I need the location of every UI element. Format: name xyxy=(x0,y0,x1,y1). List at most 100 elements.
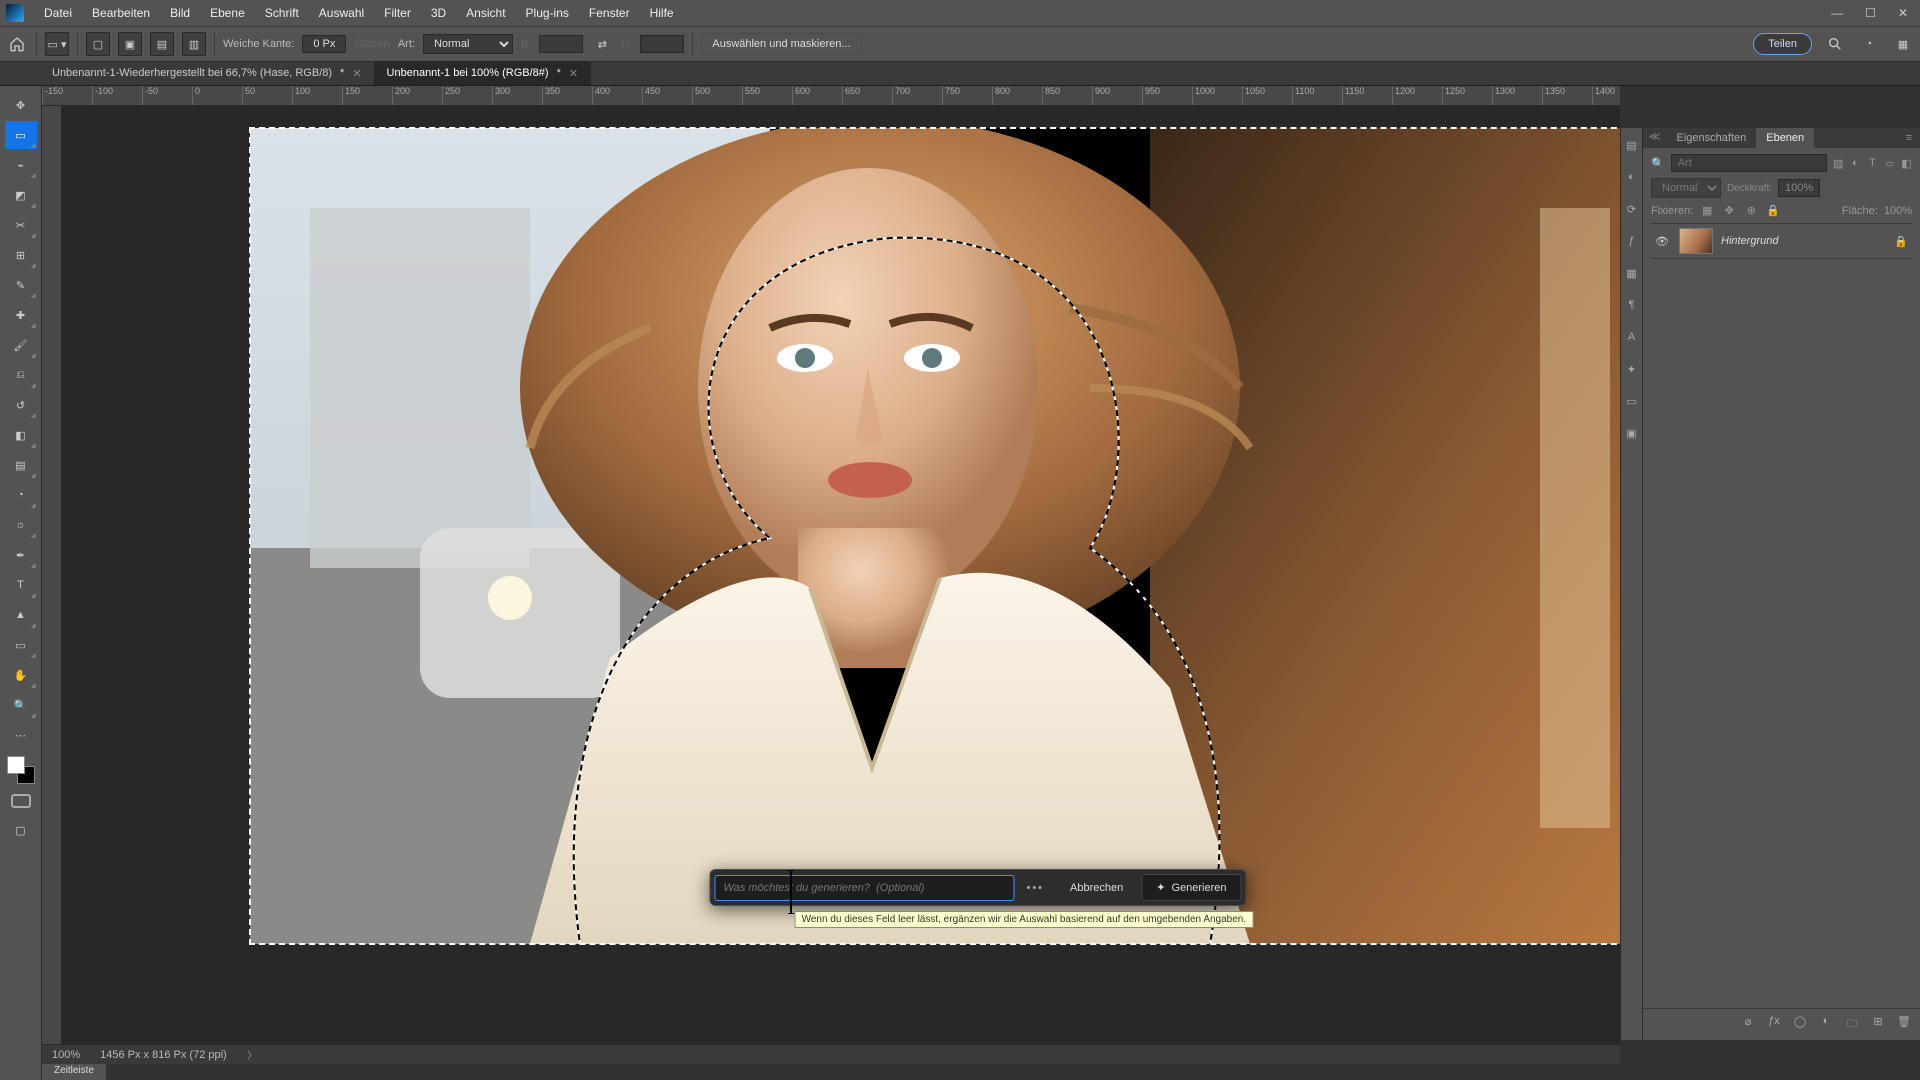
lock-position-icon[interactable]: ✥ xyxy=(1721,204,1737,217)
marquee-tool-preset-icon[interactable]: ▭ ▾ xyxy=(45,32,69,56)
group-icon[interactable]: 🗀 xyxy=(1844,1015,1860,1034)
link-layers-icon[interactable]: ⌀ xyxy=(1740,1015,1756,1034)
ruler-vertical[interactable] xyxy=(42,106,62,1044)
marquee-tool-icon[interactable]: ▭ xyxy=(5,121,37,149)
move-tool-icon[interactable]: ✥ xyxy=(5,91,37,119)
color-swatches[interactable] xyxy=(7,756,35,784)
lock-pixels-icon[interactable]: ▦ xyxy=(1699,204,1715,217)
new-layer-icon[interactable]: ⊞ xyxy=(1870,1015,1886,1034)
pen-tool-icon[interactable]: ✒ xyxy=(5,541,37,569)
menu-datei[interactable]: Datei xyxy=(34,2,82,24)
panel-tab-layers[interactable]: Ebenen xyxy=(1756,128,1814,148)
menu-3d[interactable]: 3D xyxy=(421,2,456,24)
selection-intersect-icon[interactable]: ▥ xyxy=(182,32,206,56)
selection-add-icon[interactable]: ▣ xyxy=(118,32,142,56)
generative-prompt-input[interactable] xyxy=(714,875,1014,901)
share-button[interactable]: Teilen xyxy=(1753,33,1812,55)
ruler-horizontal[interactable]: -150-100-5005010015020025030035040045050… xyxy=(42,86,1620,106)
panel-icon[interactable]: A xyxy=(1623,328,1641,346)
home-icon[interactable] xyxy=(6,33,28,55)
tab-close-icon[interactable]: ✕ xyxy=(352,67,361,80)
generate-button[interactable]: ✦ Generieren xyxy=(1141,874,1241,901)
status-expander-icon[interactable]: 〉 xyxy=(247,1047,258,1063)
panel-icon[interactable]: ¶ xyxy=(1623,296,1641,314)
select-and-mask-button[interactable]: Auswählen und maskieren... xyxy=(701,33,861,55)
help-icon[interactable]: ◔ xyxy=(1858,33,1880,55)
panel-tab-properties[interactable]: Eigenschaften xyxy=(1667,128,1757,148)
menu-filter[interactable]: Filter xyxy=(374,2,421,24)
eraser-tool-icon[interactable]: ◧ xyxy=(5,421,37,449)
opacity-value[interactable]: 100% xyxy=(1778,179,1820,197)
menu-bearbeiten[interactable]: Bearbeiten xyxy=(82,2,160,24)
delete-layer-icon[interactable]: 🗑 xyxy=(1896,1015,1912,1034)
maximize-icon[interactable]: ☐ xyxy=(1865,6,1876,20)
panel-icon[interactable]: ✦ xyxy=(1623,360,1641,378)
minimize-icon[interactable]: — xyxy=(1831,6,1843,20)
filter-type-icon[interactable]: T xyxy=(1867,155,1878,171)
crop-tool-icon[interactable]: ✂ xyxy=(5,211,37,239)
healing-brush-tool-icon[interactable]: ✚ xyxy=(5,301,37,329)
filter-adjust-icon[interactable]: ◐ xyxy=(1850,155,1861,171)
document-tab[interactable]: Unbenannt-1 bei 100% (RGB/8#) * ✕ xyxy=(375,61,592,85)
style-select[interactable]: Normal xyxy=(423,34,513,54)
search-icon[interactable]: 🔍 xyxy=(1651,155,1665,171)
visibility-toggle-icon[interactable]: 👁 xyxy=(1655,235,1671,248)
history-brush-tool-icon[interactable]: ↺ xyxy=(5,391,37,419)
zoom-tool-icon[interactable]: 🔍 xyxy=(5,691,37,719)
layer-thumbnail[interactable] xyxy=(1679,228,1713,254)
tab-close-icon[interactable]: ✕ xyxy=(569,67,578,80)
selection-new-icon[interactable]: ▢ xyxy=(86,32,110,56)
panel-icon[interactable]: ⟳ xyxy=(1623,200,1641,218)
menu-fenster[interactable]: Fenster xyxy=(579,2,640,24)
menu-hilfe[interactable]: Hilfe xyxy=(640,2,684,24)
workspace-icon[interactable]: ▦ xyxy=(1892,33,1914,55)
panel-icon[interactable]: ▣ xyxy=(1623,424,1641,442)
adjustment-layer-icon[interactable]: ◐ xyxy=(1818,1015,1834,1034)
zoom-level[interactable]: 100% xyxy=(52,1049,80,1061)
panel-icon[interactable]: ▤ xyxy=(1623,136,1641,154)
gradient-tool-icon[interactable]: ▤ xyxy=(5,451,37,479)
document-tab[interactable]: Unbenannt-1-Wiederhergestellt bei 66,7% … xyxy=(40,61,375,85)
layer-mask-icon[interactable]: ◯ xyxy=(1792,1015,1808,1034)
panel-icon[interactable]: ◐ xyxy=(1623,168,1641,186)
type-tool-icon[interactable]: T xyxy=(5,571,37,599)
fill-value[interactable]: 100% xyxy=(1884,205,1912,217)
filter-image-icon[interactable]: ▧ xyxy=(1833,155,1844,171)
dodge-tool-icon[interactable]: ☼ xyxy=(5,511,37,539)
document-info[interactable]: 1456 Px x 816 Px (72 ppi) xyxy=(100,1049,227,1061)
document-canvas[interactable]: ••• Abbrechen ✦ Generieren Wenn du diese… xyxy=(250,128,1620,944)
shape-tool-icon[interactable]: ▭ xyxy=(5,631,37,659)
quick-mask-icon[interactable] xyxy=(11,794,31,808)
collapse-panels-icon[interactable]: ≪ xyxy=(1643,128,1667,148)
menu-auswahl[interactable]: Auswahl xyxy=(309,2,374,24)
lock-all-icon[interactable]: 🔒 xyxy=(1765,204,1781,217)
filter-shape-icon[interactable]: ▱ xyxy=(1884,155,1895,171)
layer-row[interactable]: 👁 Hintergrund 🔒 xyxy=(1651,224,1912,259)
cancel-button[interactable]: Abbrechen xyxy=(1056,876,1137,900)
filter-smart-icon[interactable]: ◧ xyxy=(1901,155,1912,171)
object-select-tool-icon[interactable]: ◩ xyxy=(5,181,37,209)
blur-tool-icon[interactable]: ◔ xyxy=(5,481,37,509)
more-options-icon[interactable]: ••• xyxy=(1018,882,1052,894)
lasso-tool-icon[interactable]: ⌁ xyxy=(5,151,37,179)
menu-bild[interactable]: Bild xyxy=(160,2,200,24)
menu-plug-ins[interactable]: Plug-ins xyxy=(516,2,579,24)
menu-ebene[interactable]: Ebene xyxy=(200,2,255,24)
lock-icon[interactable]: 🔒 xyxy=(1894,235,1908,248)
canvas-area[interactable]: ••• Abbrechen ✦ Generieren Wenn du diese… xyxy=(62,106,1620,1044)
panel-icon[interactable]: ƒ xyxy=(1623,232,1641,250)
feather-value[interactable]: 0 Px xyxy=(302,35,346,53)
edit-toolbar-icon[interactable]: ⋯ xyxy=(5,721,37,749)
layer-style-icon[interactable]: ƒx xyxy=(1766,1015,1782,1034)
layer-filter-input[interactable] xyxy=(1671,154,1827,172)
menu-ansicht[interactable]: Ansicht xyxy=(456,2,515,24)
selection-subtract-icon[interactable]: ▤ xyxy=(150,32,174,56)
foreground-color-swatch[interactable] xyxy=(7,756,25,774)
layer-name[interactable]: Hintergrund xyxy=(1721,235,1886,247)
panel-icon[interactable]: ▦ xyxy=(1623,264,1641,282)
blend-mode-select[interactable]: Normal xyxy=(1651,178,1721,198)
menu-schrift[interactable]: Schrift xyxy=(255,2,309,24)
clone-stamp-tool-icon[interactable]: ⎌ xyxy=(5,361,37,389)
close-icon[interactable]: ✕ xyxy=(1898,6,1908,20)
search-icon[interactable] xyxy=(1824,33,1846,55)
